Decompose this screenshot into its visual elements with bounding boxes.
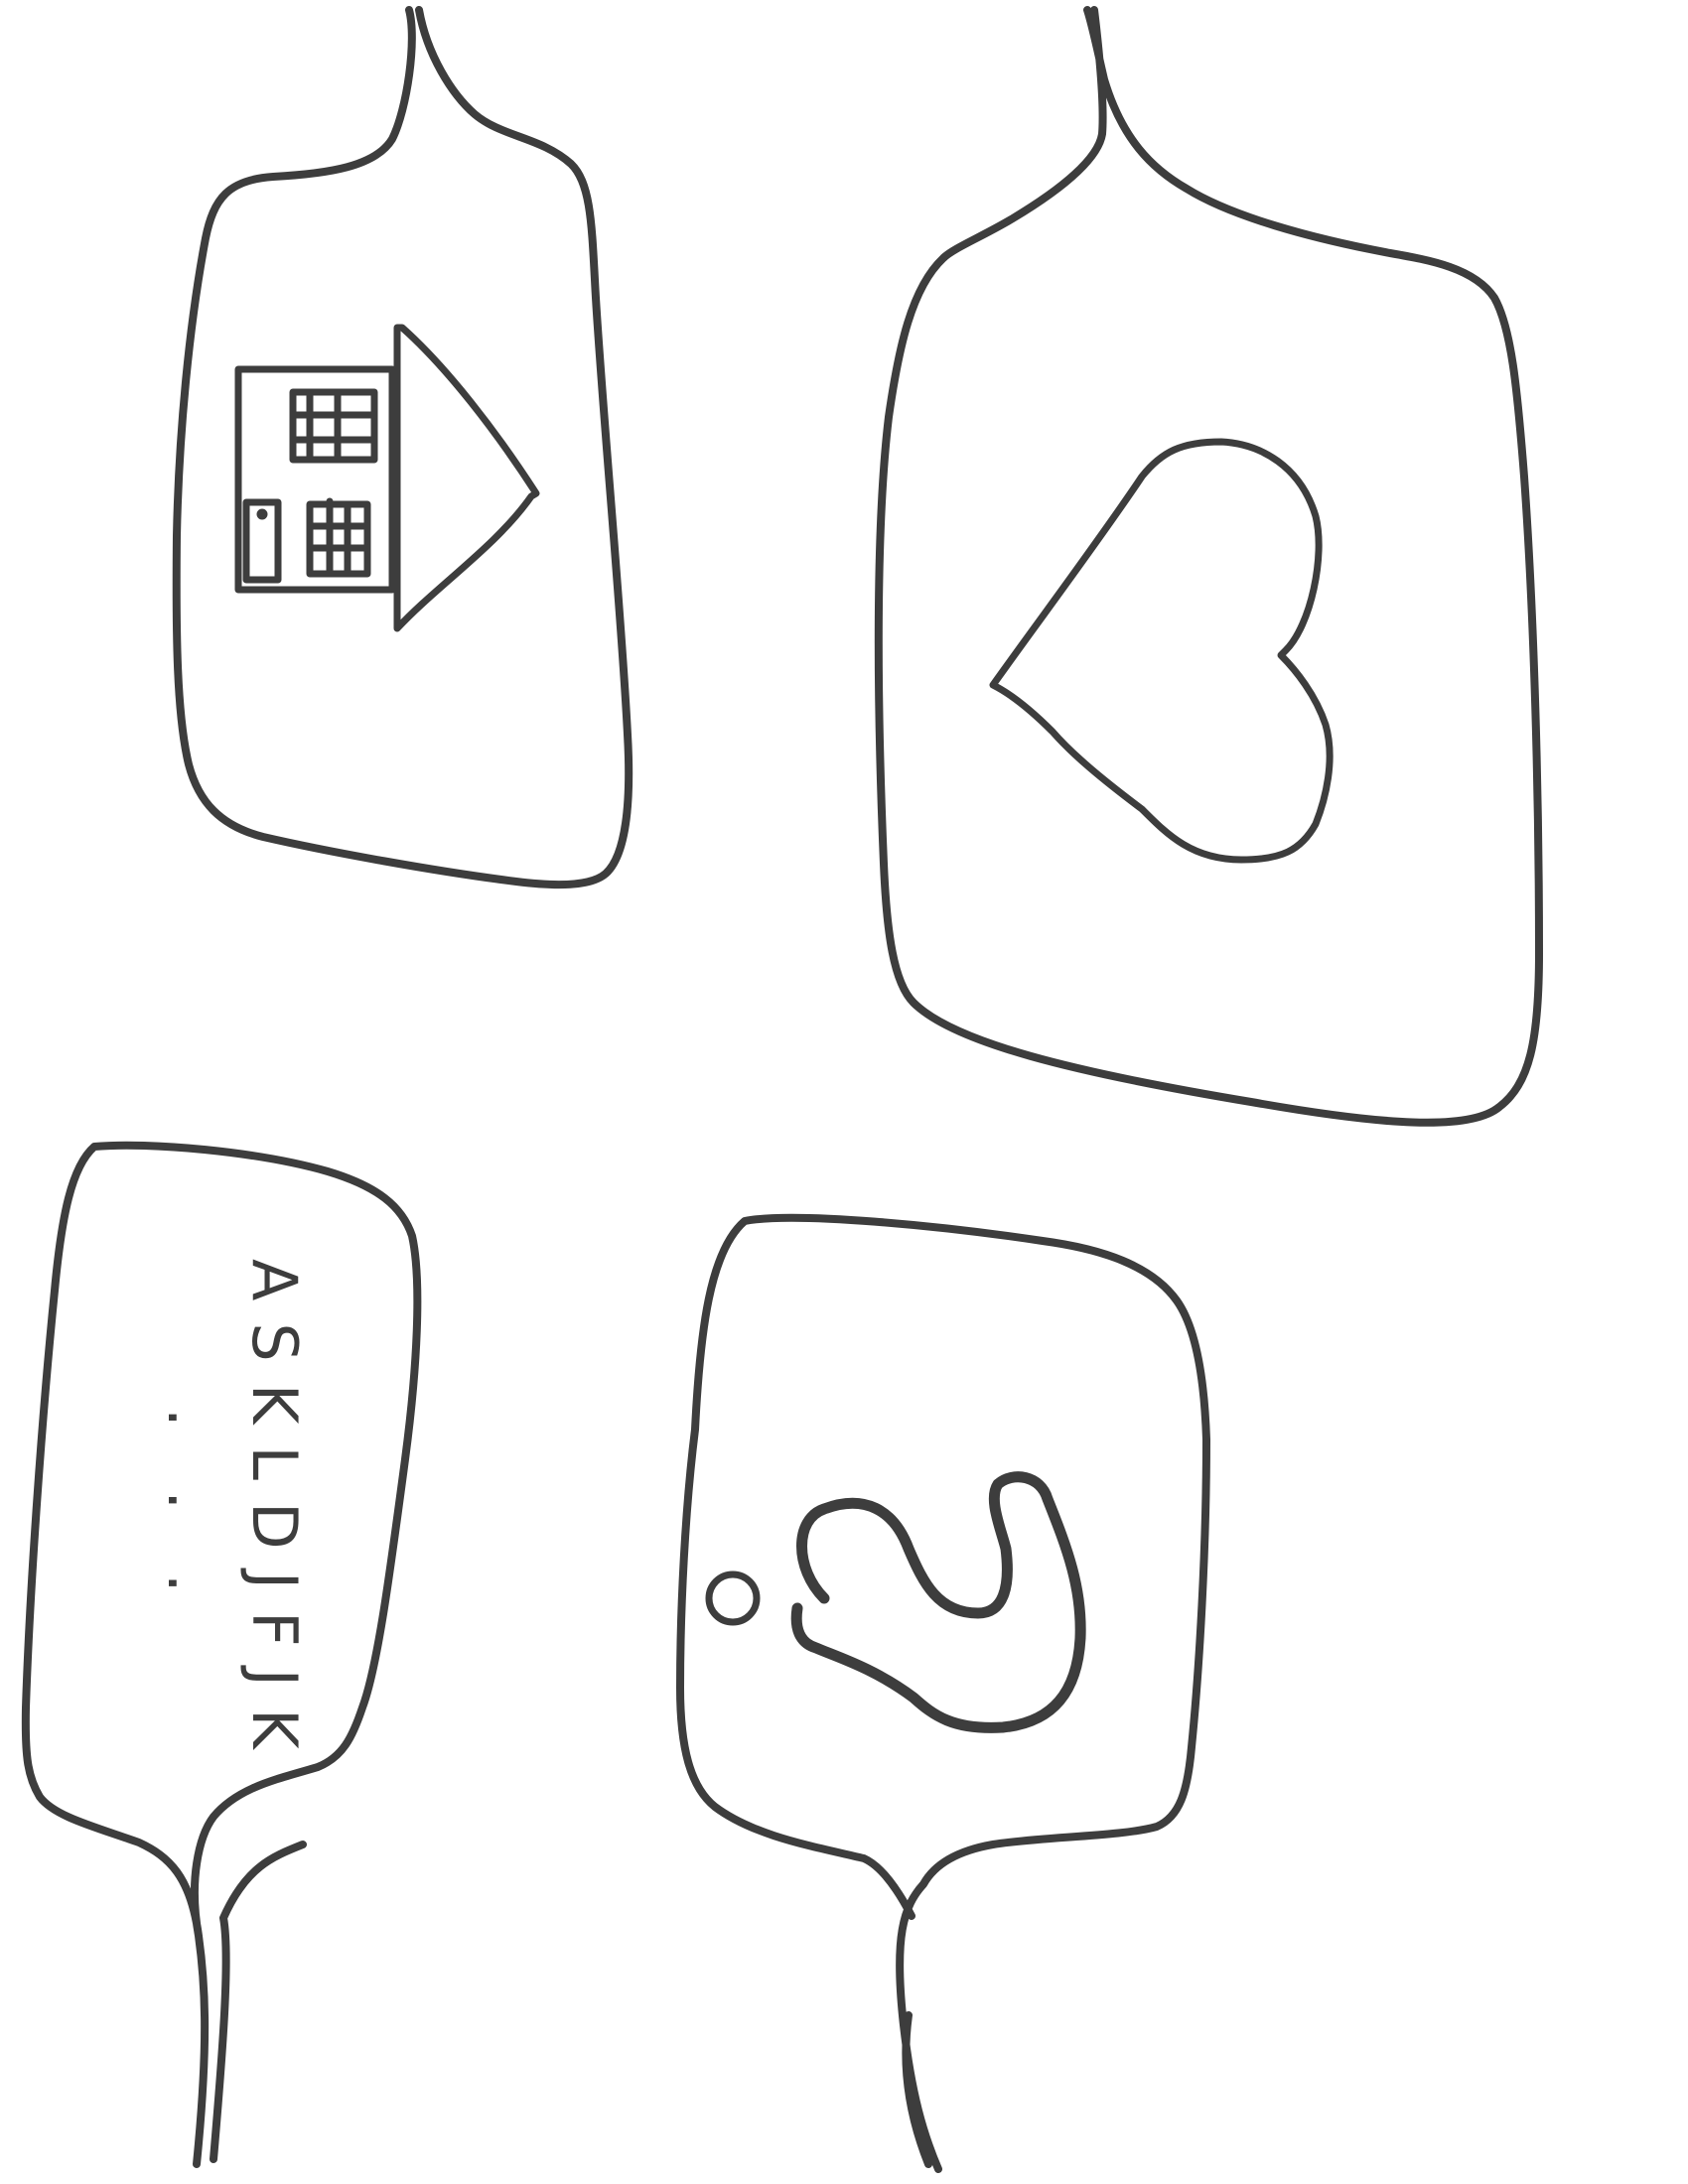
text-bubble-ellipsis: . . .: [154, 1408, 226, 1615]
bubble-text: ASKLDJFJK: [238, 1259, 311, 1771]
text-bubble-text: ASKLDJFJK: [238, 1259, 311, 1771]
bubble-ellipsis: . . .: [154, 1408, 226, 1615]
door-knob: [256, 508, 268, 520]
doodle-sheet: ASKLDJFJK . . .: [0, 0, 1688, 2184]
